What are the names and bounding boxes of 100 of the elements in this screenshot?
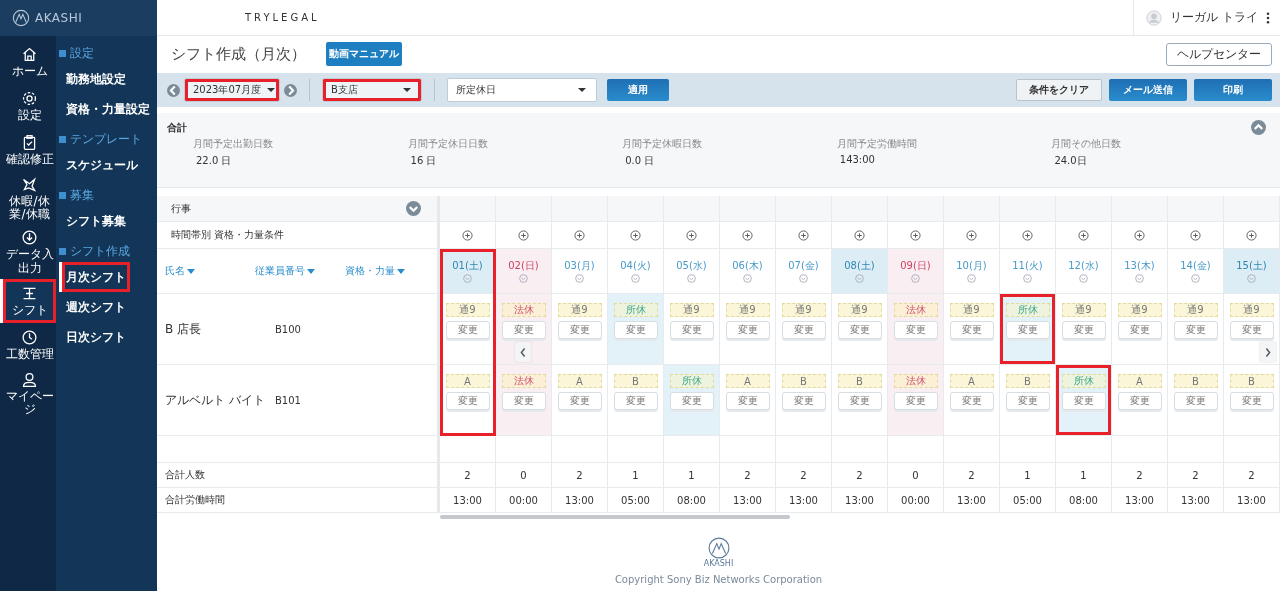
- change-button[interactable]: 変更: [613, 392, 658, 410]
- change-button[interactable]: 変更: [1061, 392, 1106, 410]
- collapse-button[interactable]: [1251, 120, 1266, 135]
- nav-item[interactable]: 資格・力量設定: [59, 94, 154, 124]
- add-condition-icon[interactable]: [798, 229, 809, 241]
- collapse-icon[interactable]: [59, 135, 66, 143]
- video-manual-button[interactable]: 動画マニュアル: [326, 42, 402, 66]
- add-condition-icon[interactable]: [1078, 229, 1089, 241]
- rail-item[interactable]: マイページ: [0, 366, 56, 421]
- change-button[interactable]: 変更: [837, 321, 882, 339]
- help-center-button[interactable]: ヘルプセンター: [1166, 42, 1272, 66]
- change-button[interactable]: 変更: [1117, 392, 1162, 410]
- sortable-header[interactable]: 従業員番号: [255, 264, 345, 278]
- stat-label: 月間予定労働時間: [836, 137, 918, 151]
- period-select[interactable]: 2023年07月度: [184, 78, 280, 102]
- day-label: 11(火): [1012, 259, 1043, 273]
- clipboard-icon: [21, 133, 38, 151]
- add-condition-icon[interactable]: [910, 229, 921, 241]
- change-button[interactable]: 変更: [669, 392, 714, 410]
- nav-item[interactable]: 勤務地設定: [59, 64, 130, 94]
- change-button[interactable]: 変更: [557, 392, 602, 410]
- change-button[interactable]: 変更: [1173, 392, 1218, 410]
- holiday-select[interactable]: 所定休日: [447, 78, 597, 102]
- row-label: 行事: [171, 201, 191, 216]
- rail-item[interactable]: 設定: [0, 84, 56, 128]
- add-condition-icon[interactable]: [854, 229, 865, 241]
- clear-conditions-button[interactable]: 条件をクリア: [1016, 79, 1102, 101]
- apply-button[interactable]: 適用: [607, 79, 669, 101]
- change-button[interactable]: 変更: [1229, 392, 1274, 410]
- change-button[interactable]: 変更: [613, 321, 658, 339]
- change-button[interactable]: 変更: [949, 321, 994, 339]
- employee-number: B101: [275, 394, 301, 406]
- add-condition-icon[interactable]: [1134, 229, 1145, 241]
- scroll-left-button[interactable]: [515, 342, 531, 362]
- previous-button[interactable]: [167, 83, 180, 97]
- add-condition-icon[interactable]: [574, 229, 585, 241]
- change-button[interactable]: 変更: [1005, 392, 1050, 410]
- scrollbar[interactable]: [440, 515, 790, 519]
- change-button[interactable]: 変更: [1117, 321, 1162, 339]
- add-condition-icon[interactable]: [686, 229, 697, 241]
- print-button[interactable]: 印刷: [1194, 79, 1272, 101]
- shift-tag: 法休: [501, 374, 546, 388]
- rail-item[interactable]: 工数管理: [0, 322, 56, 367]
- change-button[interactable]: 変更: [893, 392, 938, 410]
- next-button[interactable]: [284, 83, 297, 97]
- add-condition-icon[interactable]: [630, 229, 641, 241]
- change-button[interactable]: 変更: [669, 321, 714, 339]
- collapse-icon[interactable]: [59, 247, 66, 255]
- change-button[interactable]: 変更: [837, 392, 882, 410]
- add-condition-icon[interactable]: [1190, 229, 1201, 241]
- add-condition-icon[interactable]: [1246, 229, 1257, 241]
- collapse-icon[interactable]: [59, 49, 66, 57]
- change-button[interactable]: 変更: [781, 392, 826, 410]
- nav-item[interactable]: スケジュール: [59, 150, 142, 180]
- change-button[interactable]: 変更: [1229, 321, 1274, 339]
- sortable-header[interactable]: 氏名: [165, 264, 255, 278]
- rail-item[interactable]: シフト: [0, 278, 56, 323]
- more-icon[interactable]: [1266, 11, 1270, 24]
- add-condition-icon[interactable]: [966, 229, 977, 241]
- nav-item[interactable]: 日次シフト: [59, 322, 130, 352]
- nav-item[interactable]: シフト募集: [59, 206, 130, 236]
- change-button[interactable]: 変更: [445, 321, 490, 339]
- collapse-icon[interactable]: [59, 191, 66, 199]
- branch-select[interactable]: B支店: [322, 78, 422, 102]
- send-mail-button[interactable]: メール送信: [1109, 79, 1187, 101]
- copyright: Copyright Sony Biz Networks Corporation: [614, 574, 823, 585]
- rail-item[interactable]: ホーム: [0, 40, 56, 84]
- shift-tag: 所休: [669, 374, 714, 388]
- change-button[interactable]: 変更: [1061, 321, 1106, 339]
- clock-icon: [21, 328, 38, 346]
- change-button[interactable]: 変更: [1005, 321, 1050, 339]
- add-condition-icon[interactable]: [462, 229, 473, 241]
- change-button[interactable]: 変更: [501, 321, 546, 339]
- rail-item[interactable]: データ入出力: [0, 225, 56, 279]
- change-button[interactable]: 変更: [445, 392, 490, 410]
- rail-item[interactable]: 確認修正: [0, 128, 56, 172]
- change-button[interactable]: 変更: [949, 392, 994, 410]
- shift-tag: B: [613, 374, 658, 388]
- change-button[interactable]: 変更: [893, 321, 938, 339]
- nav-item[interactable]: 月次シフト: [59, 262, 130, 292]
- brand-name: AKASHI: [35, 11, 83, 25]
- add-condition-icon[interactable]: [1022, 229, 1033, 241]
- shift-tag: 所休: [1061, 374, 1106, 388]
- expand-button[interactable]: [406, 201, 421, 216]
- scroll-right-button[interactable]: [1260, 342, 1276, 362]
- sortable-header[interactable]: 資格・力量: [345, 264, 435, 278]
- change-button[interactable]: 変更: [1173, 321, 1218, 339]
- change-button[interactable]: 変更: [781, 321, 826, 339]
- rail-item[interactable]: 休暇/休業/休職: [0, 172, 56, 226]
- change-button[interactable]: 変更: [725, 392, 770, 410]
- shift-tag: 法休: [893, 374, 938, 388]
- change-button[interactable]: 変更: [557, 321, 602, 339]
- user-name[interactable]: リーガル トライ: [1170, 9, 1258, 26]
- nav-section-title: 設定: [70, 44, 94, 62]
- change-button[interactable]: 変更: [501, 392, 546, 410]
- nav-item[interactable]: 週次シフト: [59, 292, 130, 322]
- add-condition-icon[interactable]: [518, 229, 529, 241]
- change-button[interactable]: 変更: [725, 321, 770, 339]
- add-condition-icon[interactable]: [742, 229, 753, 241]
- nav-section-title: シフト作成: [70, 242, 130, 260]
